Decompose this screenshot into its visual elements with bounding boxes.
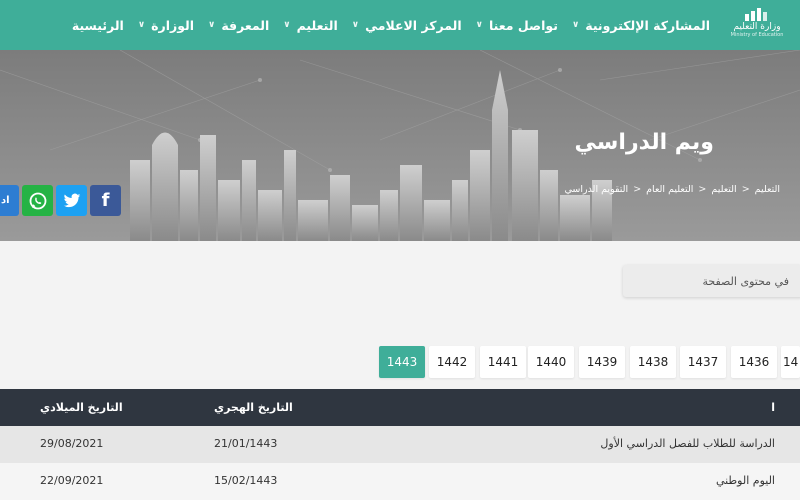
year-tab-1436[interactable]: 1436 — [731, 346, 777, 378]
column-header-gregorian: التاريخ الميلادي — [40, 401, 123, 414]
breadcrumb-item[interactable]: التعليم — [755, 184, 780, 195]
page-search-box — [623, 265, 800, 297]
logo-text: وزارة التعليم — [733, 22, 781, 32]
hijri-date-cell: 15/02/1443 — [214, 474, 278, 487]
whatsapp-share-button[interactable] — [22, 185, 53, 216]
logo-mark-icon — [745, 8, 767, 21]
breadcrumb-separator-icon: < — [741, 184, 750, 195]
hijri-date-cell: 21/01/1443 — [214, 437, 278, 450]
logo-subtext: Ministry of Education — [730, 32, 784, 38]
search-input[interactable] — [635, 273, 791, 289]
table-row: اليوم الوطني 15/02/1443 22/09/2021 — [0, 463, 800, 500]
twitter-share-button[interactable] — [56, 185, 87, 216]
breadcrumb-current: التقويم الدراسي — [564, 184, 629, 195]
nav-item-label: المعرفة — [221, 17, 270, 33]
nav-item-knowledge[interactable]: المعرفة ∨ — [208, 18, 269, 33]
year-tab-1438[interactable]: 1438 — [630, 346, 676, 378]
year-tab-1443[interactable]: 1443 — [379, 346, 425, 378]
nav-item-contact[interactable]: تواصل معنا ∨ — [476, 18, 558, 33]
year-tab-1441[interactable]: 1441 — [480, 346, 526, 378]
chevron-down-icon: ∨ — [137, 20, 146, 30]
social-share-bar: اد f — [0, 185, 121, 216]
chevron-down-icon: ∨ — [351, 20, 360, 30]
gregorian-date-cell: 22/09/2021 — [40, 474, 104, 487]
facebook-icon: f — [101, 190, 110, 211]
nav-item-education[interactable]: التعليم ∨ — [283, 18, 337, 33]
year-tab-1442[interactable]: 1442 — [429, 346, 475, 378]
chevron-down-icon: ∨ — [283, 20, 291, 30]
nav-item-label: الوزارة — [151, 17, 195, 33]
facebook-share-button[interactable]: f — [90, 185, 121, 216]
event-cell: اليوم الوطني — [715, 474, 775, 487]
nav-item-home[interactable]: الرئيسية — [72, 18, 124, 33]
breadcrumb-separator-icon: < — [633, 184, 642, 195]
nav-menu: الرئيسية الوزارة ∨ المعرفة ∨ التعليم ∨ ا… — [72, 0, 710, 50]
event-cell: الدراسة للطلاب للفصل الدراسي الأول — [600, 437, 775, 450]
column-header-hijri: التاريخ الهجري — [214, 401, 293, 414]
breadcrumb-item[interactable]: التعليم — [711, 184, 736, 195]
chevron-down-icon: ∨ — [571, 20, 580, 30]
chevron-down-icon: ∨ — [475, 20, 483, 30]
table-header: ا التاريخ الهجري التاريخ الميلادي — [0, 389, 800, 426]
year-tab-1437[interactable]: 1437 — [680, 346, 726, 378]
nav-item-label: الرئيسية — [71, 17, 124, 33]
nav-item-e-participation[interactable]: المشاركة الإلكترونية ∨ — [572, 18, 710, 33]
calendar-table: ا التاريخ الهجري التاريخ الميلادي الدراس… — [0, 389, 800, 500]
nav-item-label: المركز الاعلامي — [365, 17, 462, 33]
breadcrumb-item[interactable]: التعليم العام — [646, 184, 693, 195]
column-header-event: ا — [771, 401, 775, 414]
page-title: ويم الدراسي — [574, 130, 714, 155]
ministry-logo[interactable]: وزارة التعليم Ministry of Education — [726, 8, 788, 44]
nav-item-ministry[interactable]: الوزارة ∨ — [138, 18, 194, 33]
add-share-button[interactable]: اد — [0, 185, 19, 216]
add-share-label: اد — [1, 195, 10, 206]
chevron-down-icon: ∨ — [208, 20, 216, 30]
top-nav-bar: الرئيسية الوزارة ∨ المعرفة ∨ التعليم ∨ ا… — [0, 0, 800, 50]
nav-item-media-center[interactable]: المركز الاعلامي ∨ — [352, 18, 462, 33]
year-tab-partial[interactable]: 14 — [781, 346, 800, 378]
year-tabs: 1443 1442 1441 1440 1439 1438 1437 1436 … — [0, 346, 800, 379]
breadcrumb: التعليم < التعليم < التعليم العام < التق… — [564, 184, 780, 195]
twitter-icon — [63, 193, 80, 207]
nav-item-label: المشاركة الإلكترونية — [585, 17, 710, 33]
year-tab-1440[interactable]: 1440 — [528, 346, 574, 378]
gregorian-date-cell: 29/08/2021 — [40, 437, 104, 450]
year-tab-1439[interactable]: 1439 — [579, 346, 625, 378]
nav-item-label: التعليم — [296, 17, 338, 33]
hero-banner: ويم الدراسي التعليم < التعليم < التعليم … — [0, 50, 800, 241]
whatsapp-icon — [29, 192, 46, 209]
breadcrumb-separator-icon: < — [698, 184, 707, 195]
table-row: الدراسة للطلاب للفصل الدراسي الأول 21/01… — [0, 426, 800, 463]
nav-item-label: تواصل معنا — [488, 17, 558, 33]
